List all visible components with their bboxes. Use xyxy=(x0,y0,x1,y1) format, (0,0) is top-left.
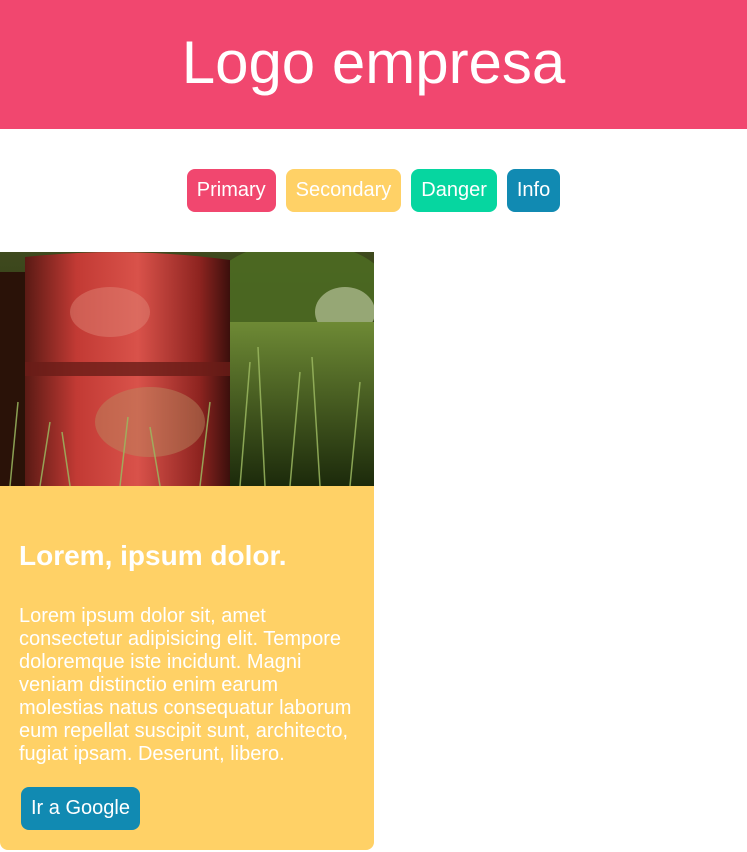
card-title: Lorem, ipsum dolor. xyxy=(19,540,287,571)
card-image xyxy=(0,252,374,486)
info-button[interactable]: Info xyxy=(506,169,561,212)
header: Logo empresa xyxy=(0,0,747,129)
primary-button[interactable]: Primary xyxy=(186,169,276,212)
company-logo: Logo empresa xyxy=(181,28,566,96)
danger-button[interactable]: Danger xyxy=(411,169,497,212)
google-link-button[interactable]: Ir a Google xyxy=(21,787,140,830)
card-text: Lorem ipsum dolor sit, amet consectetur … xyxy=(19,605,352,765)
secondary-button[interactable]: Secondary xyxy=(285,169,402,212)
button-group: Primary Secondary Danger Info xyxy=(0,169,747,212)
